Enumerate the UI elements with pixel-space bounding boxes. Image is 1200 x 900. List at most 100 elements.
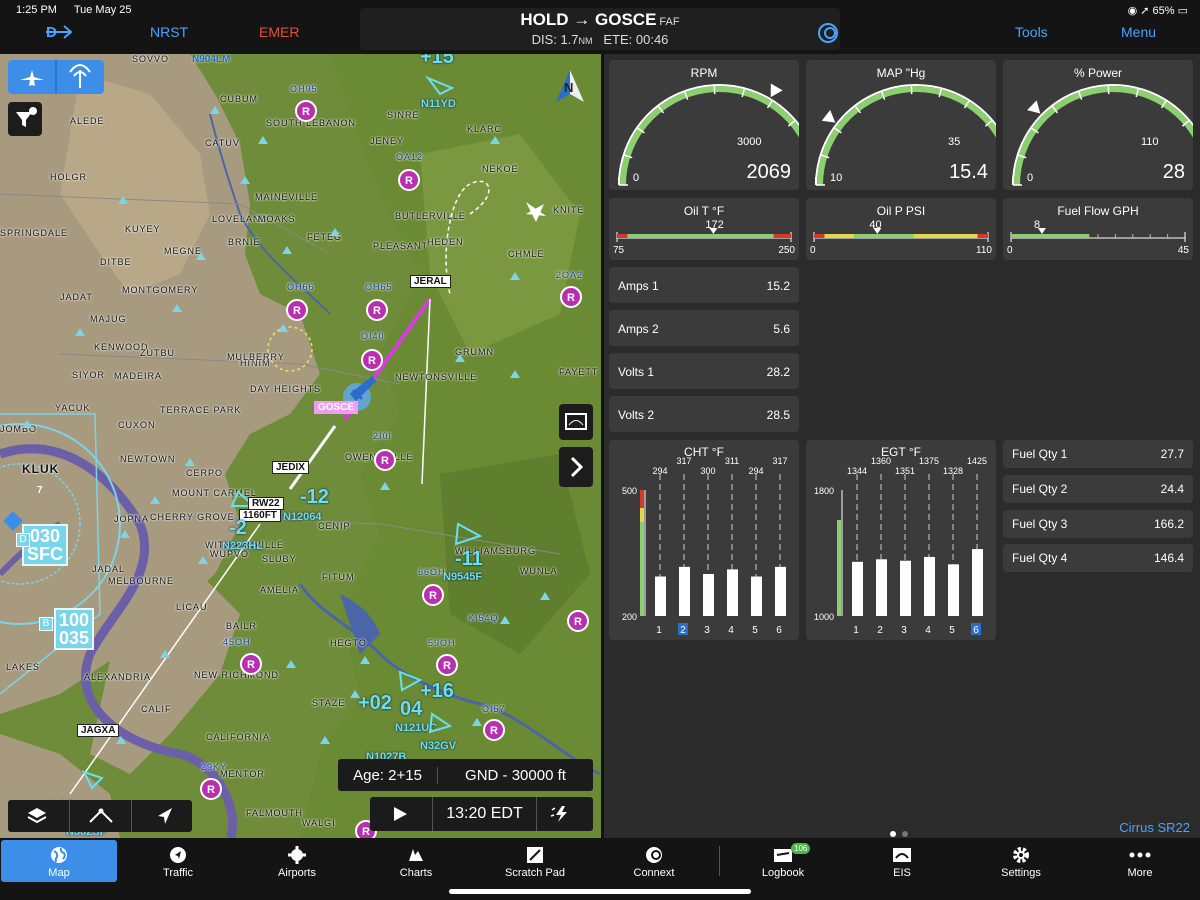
emergency-button[interactable]: EMER <box>259 24 299 40</box>
menu-button[interactable]: Menu <box>1121 24 1156 40</box>
tab-connext[interactable]: Connext <box>596 840 712 882</box>
svg-text:R: R <box>443 660 451 672</box>
row-value: 28.5 <box>766 408 790 422</box>
airspace-ceiling: 100 <box>59 610 90 630</box>
cylinder-number: 2 <box>877 625 883 636</box>
next-leg-title: HOLD → GOSCE FAF <box>360 10 840 30</box>
direct-to-icon[interactable]: D <box>44 20 74 44</box>
gauge-min: 10 <box>830 172 843 184</box>
tools-button[interactable]: Tools <box>1015 24 1048 40</box>
svg-text:R: R <box>429 590 437 602</box>
tab-map[interactable]: Map <box>1 840 117 882</box>
waypoint-tag[interactable]: JEDIX <box>272 461 309 474</box>
linear-band <box>814 234 825 238</box>
traffic-altitude: -12 <box>300 486 329 508</box>
airspace-altitude-box: 100 035 <box>54 608 95 650</box>
page-dot-active <box>890 831 896 837</box>
aircraft-profile[interactable]: Cirrus SR22 <box>1119 820 1190 835</box>
tab-separator <box>719 846 720 876</box>
cylinder-bar <box>924 556 935 616</box>
route-icon[interactable] <box>88 806 114 826</box>
svg-text:R: R <box>362 826 370 838</box>
distance-unit: NM <box>578 36 593 46</box>
graph-title: EGT °F <box>881 445 921 459</box>
oil-pressure-gauge: Oil P PSI 0 110 40 <box>806 198 996 260</box>
home-indicator[interactable] <box>449 889 751 894</box>
traffic-altitude: -11 <box>455 548 483 570</box>
tab-eis[interactable]: EIS <box>844 840 960 882</box>
cylinder-bar <box>876 559 887 616</box>
tab-traffic[interactable]: Traffic <box>120 840 236 882</box>
nearest-button[interactable]: NRST <box>150 24 188 40</box>
svg-text:R: R <box>207 784 215 796</box>
row-label: Fuel Qty 3 <box>1012 517 1068 531</box>
track-up-icon[interactable] <box>154 806 176 826</box>
svg-text:R: R <box>405 175 413 187</box>
scale-yellow-band <box>640 508 644 522</box>
tab-settings[interactable]: Settings <box>963 840 1079 882</box>
logbook-icon <box>774 849 792 862</box>
tab-airports[interactable]: Airports <box>239 840 355 882</box>
flight-plan-status[interactable]: HOLD → GOSCE FAF DIS: 1.7NM ETE: 00:46 <box>360 8 840 50</box>
gauge-max: 3000 <box>737 136 762 148</box>
connext-icon[interactable] <box>817 22 839 44</box>
gauge-pointer <box>1027 100 1041 114</box>
cylinder-number: 5 <box>752 625 758 636</box>
restricted-airports-layer: R R R R R R R R R R R R R R <box>3 75 589 838</box>
waypoint-tag[interactable]: JERAL <box>410 275 451 288</box>
cylinder-number: 6 <box>776 625 782 636</box>
linear-band <box>1011 234 1090 238</box>
tab-label: Traffic <box>163 867 193 879</box>
altitude-filter[interactable]: GND - 30000 ft <box>438 767 593 784</box>
lightning-icon[interactable] <box>548 804 576 824</box>
gauge-pointer <box>821 109 836 123</box>
tab-more[interactable]: More <box>1082 840 1198 882</box>
cylinder-bar <box>948 564 959 616</box>
status-time: 1:25 PM <box>16 4 57 16</box>
scale-min: 200 <box>622 612 637 622</box>
cylinder-value: 294 <box>652 466 667 476</box>
cylinder-bar <box>703 574 714 616</box>
tab-logbook[interactable]: 106 Logbook <box>725 840 841 882</box>
tab-label: Connext <box>633 867 675 879</box>
amps-2-row: Amps 2 5.6 <box>609 310 799 346</box>
active-waypoint-tag[interactable]: GOSCE <box>314 401 359 414</box>
row-label: Amps 1 <box>618 279 659 293</box>
linear-band <box>854 234 914 238</box>
gauge-max: 35 <box>948 136 961 148</box>
row-value: 28.2 <box>766 365 790 379</box>
cylinder-value: 300 <box>700 466 715 476</box>
oil-temp-gauge: Oil T °F 75 250 172 <box>609 198 799 260</box>
row-value: 27.7 <box>1160 447 1184 461</box>
traffic-altitude: +02 <box>358 692 392 714</box>
connext-icon <box>646 847 662 863</box>
linear-band <box>913 234 978 238</box>
linear-band <box>627 234 774 238</box>
next-leg-details: DIS: 1.7NM ETE: 00:46 <box>360 32 840 47</box>
svg-text:R: R <box>490 725 498 737</box>
oil-temp-value: 172 <box>705 219 724 231</box>
row-label: Amps 2 <box>618 322 659 336</box>
gauge-title: % Power <box>1073 66 1123 80</box>
svg-text:R: R <box>247 659 255 671</box>
tab-label: Charts <box>399 867 433 879</box>
traffic-altitude: +15 <box>420 54 454 68</box>
traffic-filter-bar[interactable]: Age: 2+15 GND - 30000 ft <box>338 759 593 791</box>
cylinder-value: 1351 <box>895 466 915 476</box>
layers-icon[interactable] <box>26 806 48 826</box>
tab-scratch-pad[interactable]: Scratch Pad <box>477 840 593 882</box>
scale-min: 1000 <box>814 612 834 622</box>
cylinder-value: 1328 <box>943 466 963 476</box>
gauge-title: Fuel Flow GPH <box>1057 204 1139 218</box>
cylinder-number: 3 <box>901 625 907 636</box>
map-value: 15.4 <box>949 161 988 183</box>
airspace-ceiling: 030 <box>29 526 61 546</box>
fuel-qty-2-row: Fuel Qty 2 24.4 <box>1003 475 1193 503</box>
play-icon[interactable] <box>392 806 408 822</box>
graph-title: CHT °F <box>684 445 724 459</box>
waypoint-tag[interactable]: JAGXA <box>77 724 120 737</box>
cylinder-number: 6 <box>973 625 979 636</box>
tab-charts[interactable]: Charts <box>358 840 474 882</box>
cylinder-number: 3 <box>704 625 710 636</box>
moving-map[interactable]: N SOVVO CUBUM ALEDE CATUV HOLGR SOUTH LE… <box>0 54 601 838</box>
